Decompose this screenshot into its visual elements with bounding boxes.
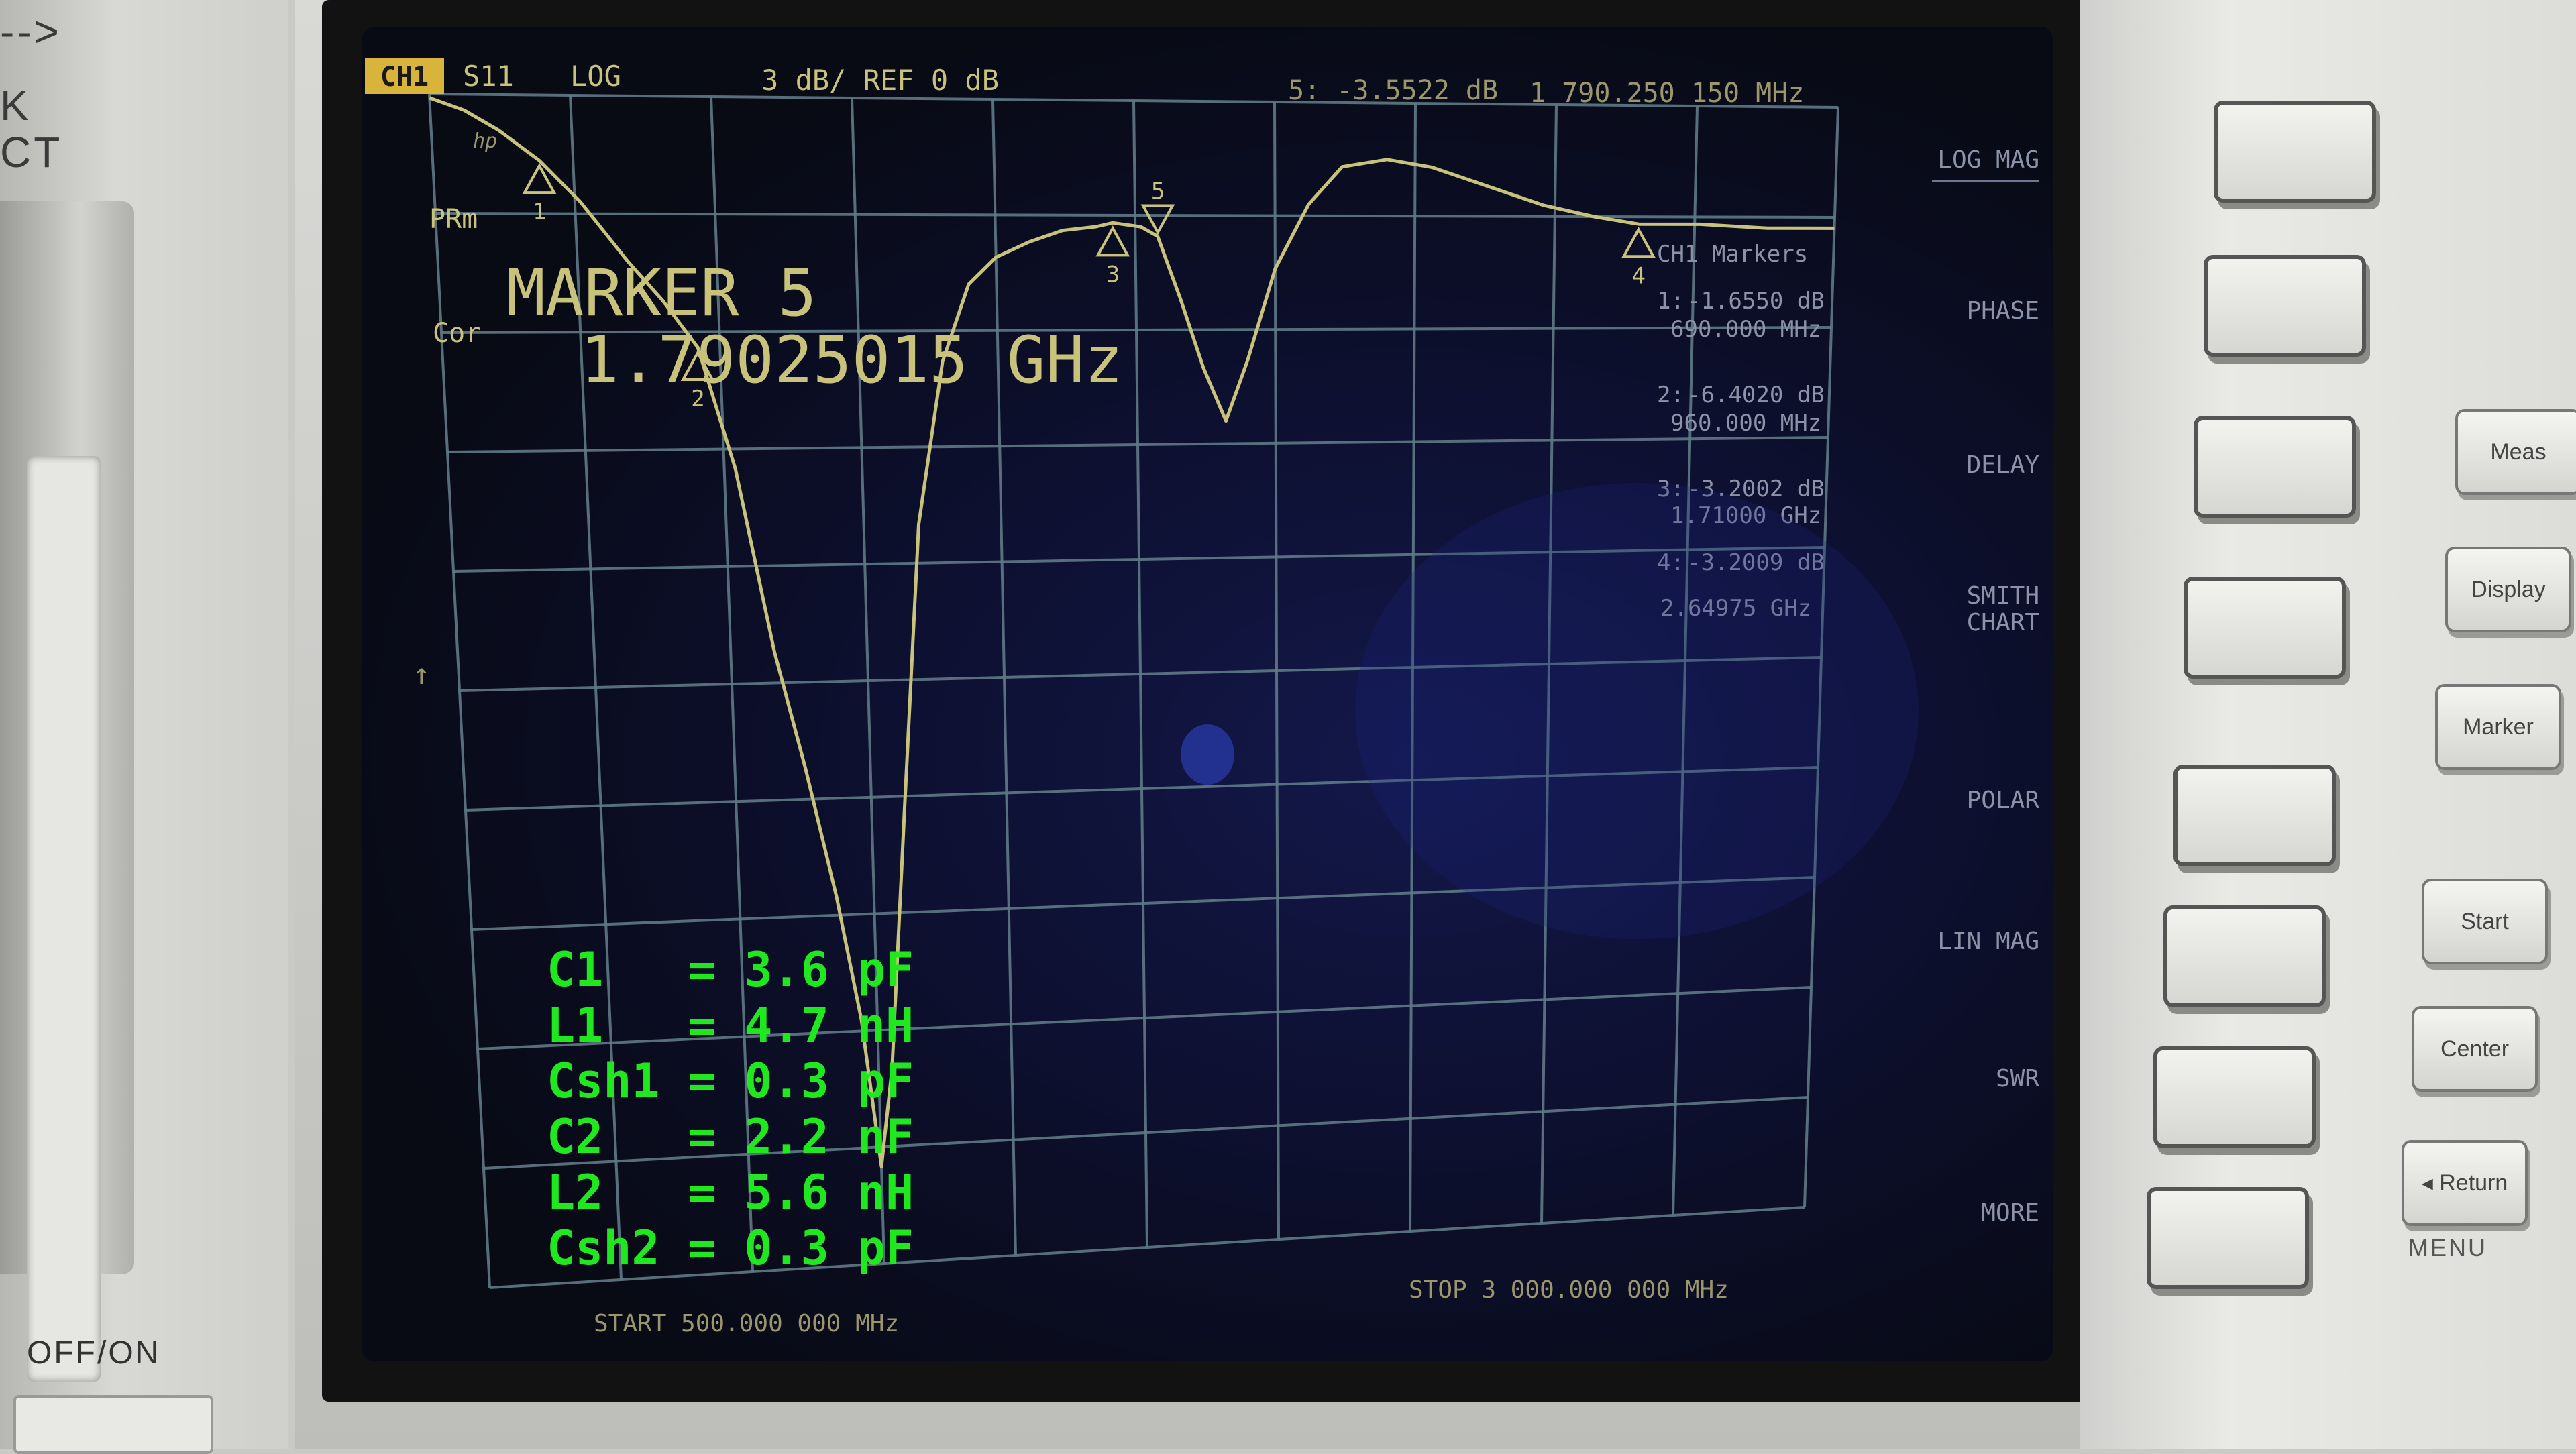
start-button[interactable]: Start	[2422, 879, 2548, 964]
marker-3-number: 3	[1106, 261, 1120, 288]
analyzer-display-svg: 123 45 CH1 S11 LOG 3 dB/ REF 0 dB 5: -3.5…	[365, 58, 2039, 1337]
floppy-slot[interactable]	[27, 456, 101, 1382]
floppy-drive-bay	[0, 201, 134, 1382]
marker-1-number: 1	[533, 199, 546, 225]
display-button[interactable]: Display	[2445, 547, 2571, 632]
screen-glare-wash	[1355, 483, 1919, 939]
marker-title: MARKER 5	[506, 256, 816, 331]
softkey-2-button[interactable]	[2204, 255, 2366, 357]
softkey-4-button[interactable]	[2184, 577, 2346, 679]
component-name: Csh1	[547, 1054, 660, 1109]
component-value: = 4.7 nH	[688, 998, 914, 1053]
trace-hp-label: hp	[473, 129, 497, 153]
softkey-5-button[interactable]	[2174, 765, 2336, 866]
softkey-chart-label: CHART	[1967, 609, 2039, 636]
softkey-6-button[interactable]	[2163, 905, 2326, 1007]
scale-label: 3 dB/ REF 0 dB	[761, 64, 999, 97]
softkey-polar-label: POLAR	[1967, 787, 2040, 814]
marker-list-2-freq: 960.000 MHz	[1670, 410, 1821, 437]
stop-frequency: STOP 3 000.000 000 MHz	[1409, 1276, 1729, 1304]
marker-list-1-value: -1.6550 dB	[1687, 288, 1825, 315]
component-name: L1	[547, 998, 603, 1053]
softkey-7-button[interactable]	[2153, 1046, 2316, 1148]
component-name: C2	[547, 1109, 603, 1164]
marker-5-triangle	[1140, 204, 1175, 235]
power-label: OFF/ON	[27, 1335, 161, 1371]
menu-label: MENU	[2408, 1234, 2487, 1262]
component-name: L2	[547, 1165, 603, 1220]
return-button[interactable]: ◂ Return	[2402, 1140, 2528, 1226]
left-arrow-text: -->	[0, 7, 62, 56]
marker-list-2-label: 2:	[1657, 382, 1684, 408]
softkey-8-button[interactable]	[2147, 1187, 2309, 1289]
component-name: C1	[547, 942, 603, 997]
component-value: = 5.6 nH	[688, 1165, 914, 1220]
left-label-line1: K	[0, 81, 32, 129]
right-front-panel: Meas Display Marker Start Center ◂ Retur…	[2080, 0, 2576, 1449]
left-label-line2: CT	[0, 128, 63, 176]
component-value: = 0.3 pF	[688, 1221, 914, 1276]
active-marker-readout: 5: -3.5522 dB	[1288, 75, 1498, 106]
marker-3-triangle	[1095, 225, 1130, 257]
prm-annotation: PRm	[429, 204, 478, 235]
softkey-label-column: LOG MAG PHASE DELAY SMITH CHART POLAR LI…	[1932, 146, 2039, 1227]
start-frequency: START 500.000 000 MHz	[594, 1310, 899, 1337]
marker-list-1-label: 1:	[1657, 288, 1684, 315]
softkey-lin-mag-label: LIN MAG	[1937, 928, 2039, 955]
softkey-smith-label: SMITH	[1967, 582, 2039, 610]
marker-button[interactable]: Marker	[2435, 684, 2561, 770]
marker-list-header: CH1 Markers	[1657, 241, 1808, 268]
cor-annotation: Cor	[433, 318, 481, 349]
channel-badge: CH1	[380, 62, 429, 93]
softkey-1-button[interactable]	[2214, 101, 2376, 203]
softkey-3-button[interactable]	[2194, 416, 2356, 518]
softkey-more-label: MORE	[1981, 1199, 2039, 1227]
marker-list-1-freq: 690.000 MHz	[1670, 316, 1821, 343]
power-button[interactable]	[13, 1395, 213, 1454]
softkey-log-mag-label: LOG MAG	[1937, 146, 2039, 174]
component-value: = 0.3 pF	[688, 1054, 914, 1109]
marker-list-2-value: -6.4020 dB	[1687, 382, 1825, 408]
softkey-delay-label: DELAY	[1967, 451, 2040, 479]
component-values-overlay: C1 = 3.6 pF L1 = 4.7 nH Csh1 = 0.3 pF C2…	[547, 942, 914, 1276]
reference-arrow-icon: ↑	[413, 657, 431, 691]
parameter-label: S11	[463, 60, 514, 93]
active-marker-frequency: 1 790.250 150 MHz	[1529, 78, 1804, 109]
marker-5-number: 5	[1151, 178, 1165, 205]
center-button[interactable]: Center	[2412, 1006, 2538, 1092]
softkey-swr-label: SWR	[1996, 1065, 2039, 1093]
left-front-panel: --> K CT OFF/ON	[0, 0, 288, 1454]
component-value: = 2.2 nF	[688, 1109, 914, 1164]
marker-4-triangle	[1621, 227, 1656, 258]
component-value: = 3.6 pF	[688, 942, 914, 997]
marker-4-number: 4	[1632, 262, 1646, 289]
component-name: Csh2	[547, 1221, 660, 1276]
format-label: LOG	[570, 60, 621, 93]
meas-button[interactable]: Meas	[2455, 409, 2576, 495]
screen-glare-spot	[1181, 724, 1234, 785]
vna-photo-scene: --> K CT OFF/ON 12345 CH1 S11 LOG 3 dB/ …	[0, 0, 2576, 1454]
analyzer-screen: 12345 CH1 S11 LOG 3 dB/ REF 0 dB 5: -3.5…	[362, 27, 2053, 1361]
marker-frequency: 1.79025015 GHz	[580, 323, 1123, 398]
softkey-phase-label: PHASE	[1967, 297, 2039, 325]
